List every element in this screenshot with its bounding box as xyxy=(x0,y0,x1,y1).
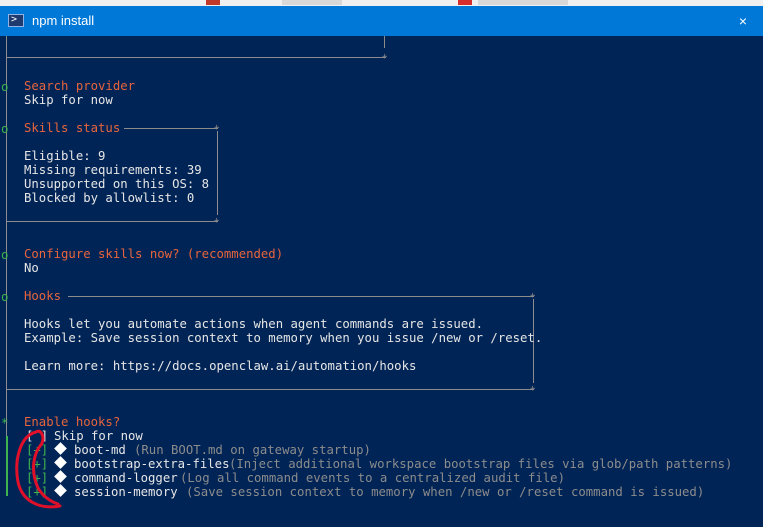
red-circle-annotation xyxy=(15,429,62,509)
